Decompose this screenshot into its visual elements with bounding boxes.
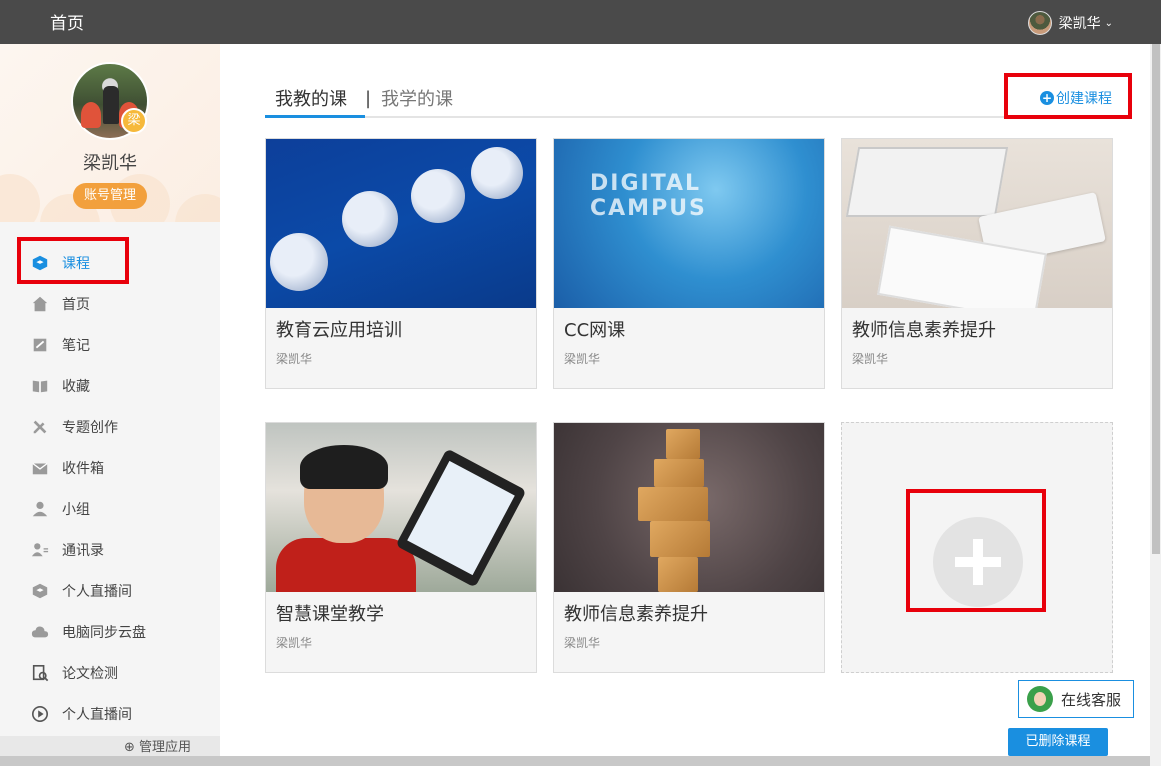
sidebar-item-group[interactable]: 小组 bbox=[0, 488, 220, 529]
online-service-button[interactable]: 在线客服 bbox=[1018, 680, 1134, 718]
tab-separator: | bbox=[365, 88, 372, 109]
sidebar-item-label: 电脑同步云盘 bbox=[62, 624, 146, 641]
course-card[interactable]: 智慧课堂教学 梁凯华 bbox=[265, 422, 537, 673]
sidebar-item-contacts[interactable]: 通讯录 bbox=[0, 529, 220, 570]
note-icon bbox=[30, 335, 50, 355]
course-icon bbox=[30, 253, 50, 273]
play-circle-icon bbox=[30, 704, 50, 724]
course-thumbnail bbox=[266, 423, 536, 592]
create-course-label: 创建课程 bbox=[1056, 91, 1112, 107]
avatar-badge: 梁 bbox=[121, 108, 147, 134]
sidebar: 梁 梁凯华 账号管理 课程 首页 笔记 收藏 专题创作 收件箱 小组 通讯录 个… bbox=[0, 44, 220, 756]
course-teacher: 梁凯华 bbox=[564, 636, 601, 650]
sidebar-item-label: 课程 bbox=[62, 255, 90, 272]
sidebar-item-label: 通讯录 bbox=[62, 542, 104, 559]
paper-check-icon bbox=[30, 663, 50, 683]
sidebar-item-paper-check[interactable]: 论文检测 bbox=[0, 652, 220, 693]
scrollbar-thumb[interactable] bbox=[1152, 44, 1160, 554]
sidebar-item-label: 收件箱 bbox=[62, 460, 104, 477]
sidebar-item-label: 个人直播间 bbox=[62, 583, 132, 600]
course-title: 教师信息素养提升 bbox=[852, 320, 996, 341]
course-title: 教师信息素养提升 bbox=[564, 604, 708, 625]
account-manage-button[interactable]: 账号管理 bbox=[73, 183, 147, 209]
person-icon bbox=[30, 499, 50, 519]
course-card[interactable]: 教师信息素养提升 梁凯华 bbox=[841, 138, 1113, 389]
chevron-down-icon: ⌄ bbox=[1104, 17, 1113, 29]
course-title: 教育云应用培训 bbox=[276, 320, 402, 341]
sidebar-item-cloud[interactable]: 电脑同步云盘 bbox=[0, 611, 220, 652]
course-title: CC网课 bbox=[564, 320, 626, 341]
plus-icon bbox=[933, 517, 1023, 607]
headset-icon bbox=[1027, 686, 1053, 712]
thumbnail-text: DIGITAL CAMPUS bbox=[590, 171, 707, 221]
sidebar-item-label: 论文检测 bbox=[62, 665, 118, 682]
add-course-card[interactable] bbox=[841, 422, 1113, 673]
manage-apps-label: 管理应用 bbox=[139, 740, 192, 755]
manage-apps-button[interactable]: ⊕ 管理应用 bbox=[0, 736, 220, 756]
sidebar-nav: 课程 首页 笔记 收藏 专题创作 收件箱 小组 通讯录 个人直播间 电脑同步云盘… bbox=[0, 242, 220, 734]
sidebar-item-favorites[interactable]: 收藏 bbox=[0, 365, 220, 406]
home-icon bbox=[30, 294, 50, 314]
course-thumbnail bbox=[554, 423, 824, 592]
sidebar-item-live[interactable]: 个人直播间 bbox=[0, 570, 220, 611]
course-teacher: 梁凯华 bbox=[852, 352, 889, 366]
tab-learning[interactable]: 我学的课 bbox=[381, 85, 453, 111]
sidebar-item-live-2[interactable]: 个人直播间 bbox=[0, 693, 220, 734]
sidebar-item-topic[interactable]: 专题创作 bbox=[0, 406, 220, 447]
create-course-button[interactable]: + 创建课程 bbox=[1040, 88, 1112, 108]
course-tabs: 我教的课 | 我学的课 bbox=[265, 80, 1113, 118]
sidebar-item-label: 首页 bbox=[62, 296, 90, 313]
course-teacher: 梁凯华 bbox=[276, 636, 313, 650]
contacts-icon bbox=[30, 540, 50, 560]
course-card[interactable]: 教育云应用培训 梁凯华 bbox=[265, 138, 537, 389]
sidebar-item-label: 专题创作 bbox=[62, 419, 118, 436]
sidebar-item-label: 小组 bbox=[62, 501, 90, 518]
sidebar-item-home[interactable]: 首页 bbox=[0, 283, 220, 324]
plus-circle-icon: + bbox=[1040, 91, 1054, 105]
course-card[interactable]: DIGITAL CAMPUS CC网课 梁凯华 bbox=[553, 138, 825, 389]
course-thumbnail: DIGITAL CAMPUS bbox=[554, 139, 824, 308]
deleted-courses-button[interactable]: 已删除课程 bbox=[1008, 728, 1108, 756]
top-bar: 首页 梁凯华 ⌄ bbox=[0, 0, 1161, 44]
user-name: 梁凯华 bbox=[1058, 16, 1101, 32]
online-service-label: 在线客服 bbox=[1061, 690, 1122, 709]
course-thumbnail bbox=[266, 139, 536, 308]
tab-teaching[interactable]: 我教的课 bbox=[265, 85, 365, 118]
sidebar-item-label: 笔记 bbox=[62, 337, 90, 354]
user-avatar bbox=[1027, 11, 1052, 35]
course-teacher: 梁凯华 bbox=[276, 352, 313, 366]
sidebar-item-label: 收藏 bbox=[62, 378, 90, 395]
course-thumbnail bbox=[842, 139, 1112, 308]
sidebar-item-inbox[interactable]: 收件箱 bbox=[0, 447, 220, 488]
course-card[interactable]: 教师信息素养提升 梁凯华 bbox=[553, 422, 825, 673]
sidebar-item-notes[interactable]: 笔记 bbox=[0, 324, 220, 365]
book-icon bbox=[30, 376, 50, 396]
course-title: 智慧课堂教学 bbox=[276, 604, 384, 625]
gear-icon: ⊕ bbox=[124, 740, 140, 755]
profile-username: 梁凯华 bbox=[83, 153, 137, 174]
sidebar-item-course[interactable]: 课程 bbox=[0, 242, 220, 283]
pencil-ruler-icon bbox=[30, 417, 50, 437]
sidebar-item-label: 个人直播间 bbox=[62, 706, 132, 723]
cloud-icon bbox=[30, 622, 50, 642]
user-menu[interactable]: 梁凯华 ⌄ bbox=[1027, 11, 1113, 35]
horizontal-scrollbar[interactable] bbox=[0, 756, 1150, 766]
topbar-home-link[interactable]: 首页 bbox=[50, 9, 84, 34]
inbox-icon bbox=[30, 458, 50, 478]
course-teacher: 梁凯华 bbox=[564, 352, 601, 366]
live-cube-icon bbox=[30, 581, 50, 601]
